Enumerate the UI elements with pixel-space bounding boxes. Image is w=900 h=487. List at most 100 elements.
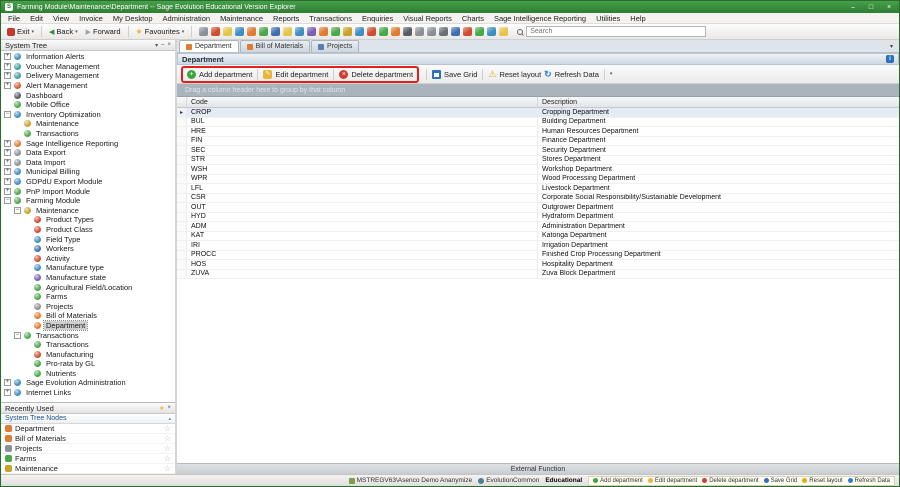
menu-charts[interactable]: Charts [457, 14, 489, 23]
expand-icon[interactable]: + [4, 168, 11, 176]
menu-visual-reports[interactable]: Visual Reports [398, 14, 457, 23]
menu-sage-intelligence-reporting[interactable]: Sage Intelligence Reporting [489, 14, 591, 23]
tree-item-product-types[interactable]: Product Types [1, 215, 175, 225]
menu-help[interactable]: Help [625, 14, 650, 23]
grid-row-wsh[interactable]: WSH Workshop Department [177, 165, 899, 175]
recently-used-subheader[interactable]: System Tree Nodes ▴ [1, 414, 175, 424]
menu-enquiries[interactable]: Enquiries [357, 14, 398, 23]
tree-item-gdpdu-export-module[interactable]: + GDPdU Export Module [1, 177, 175, 187]
recent-item-department[interactable]: Department ☆ [1, 424, 175, 434]
bank-icon[interactable] [295, 27, 305, 36]
back-button[interactable]: ◀ Back ▾ [46, 26, 81, 37]
info-icon[interactable] [499, 27, 509, 36]
recent-item-maintenance[interactable]: Maintenance ☆ [1, 464, 175, 474]
backup-icon[interactable] [475, 27, 485, 36]
expand-icon[interactable]: + [4, 187, 11, 195]
tree-item-internet-links[interactable]: + Internet Links [1, 388, 175, 398]
save-grid-button[interactable]: Save Grid [432, 69, 477, 79]
grid-row-procc[interactable]: PROCC Finished Crop Processing Department [177, 250, 899, 260]
tree-item-field-type[interactable]: Field Type [1, 234, 175, 244]
panel-star-icon[interactable]: ★ [159, 405, 164, 412]
tree-item-municipal-billing[interactable]: + Municipal Billing [1, 167, 175, 177]
tree-item-maintenance[interactable]: − Maintenance [1, 206, 175, 216]
tree-item-bill-of-materials[interactable]: Bill of Materials [1, 311, 175, 321]
reports-icon[interactable] [259, 27, 269, 36]
tab-list-chevron-icon[interactable]: ▾ [890, 43, 897, 52]
tree-item-activity[interactable]: Activity [1, 253, 175, 263]
calendar-icon[interactable] [211, 27, 221, 36]
menu-my-desktop[interactable]: My Desktop [108, 14, 158, 23]
grid-row-out[interactable]: OUT Outgrower Department [177, 203, 899, 213]
favourite-star-icon[interactable]: ☆ [164, 464, 171, 473]
expand-icon[interactable]: + [4, 379, 11, 387]
tab-bill-of-materials[interactable]: Bill of Materials [239, 40, 311, 52]
recent-item-projects[interactable]: Projects ☆ [1, 444, 175, 454]
tree-item-agricultural-field-location[interactable]: Agricultural Field/Location [1, 282, 175, 292]
alerts-icon[interactable] [391, 27, 401, 36]
add-department-button[interactable]: + Add department [187, 69, 252, 79]
import-icon[interactable] [415, 27, 425, 36]
collapse-icon[interactable]: − [4, 197, 11, 205]
grid-row-adm[interactable]: ADM Administration Department [177, 222, 899, 232]
tree-item-maintenance[interactable]: Maintenance [1, 119, 175, 129]
expand-icon[interactable]: + [4, 389, 11, 397]
collapse-icon[interactable]: − [14, 206, 21, 214]
tree-item-workers[interactable]: Workers [1, 244, 175, 254]
users-icon[interactable] [451, 27, 461, 36]
tree-item-farms[interactable]: Farms [1, 292, 175, 302]
expand-icon[interactable]: + [4, 158, 11, 166]
recent-item-farms[interactable]: Farms ☆ [1, 454, 175, 464]
collapse-icon[interactable]: − [14, 331, 21, 339]
favourite-star-icon[interactable]: ☆ [164, 454, 171, 463]
tree-item-product-class[interactable]: Product Class [1, 225, 175, 235]
suppliers-icon[interactable] [331, 27, 341, 36]
status-save-grid-button[interactable]: Save Grid [762, 478, 800, 484]
tree-item-inventory-optimization[interactable]: − Inventory Optimization [1, 110, 175, 120]
tree-item-manufacture-state[interactable]: Manufacture state [1, 273, 175, 283]
grid-row-crop[interactable]: ▸ CROP Cropping Department [177, 108, 899, 118]
favourite-star-icon[interactable]: ☆ [164, 434, 171, 443]
tree-item-projects[interactable]: Projects [1, 301, 175, 311]
tree-item-manufacture-type[interactable]: Manufacture type [1, 263, 175, 273]
notes-icon[interactable] [223, 27, 233, 36]
menu-edit[interactable]: Edit [25, 14, 48, 23]
delete-department-button[interactable]: × Delete department [339, 69, 413, 79]
collapse-icon[interactable]: − [4, 110, 11, 118]
reset-layout-button[interactable]: ⚠ Reset layout [488, 69, 541, 79]
grid-row-hos[interactable]: HOS Hospitality Department [177, 260, 899, 270]
tree-item-transactions[interactable]: Transactions [1, 129, 175, 139]
expand-icon[interactable]: + [4, 82, 11, 90]
forward-button[interactable]: ▶ Forward [83, 26, 124, 37]
menu-utilities[interactable]: Utilities [591, 14, 625, 23]
tree-item-transactions[interactable]: Transactions [1, 340, 175, 350]
grid-row-str[interactable]: STR Stores Department [177, 155, 899, 165]
tree-item-pnp-import-module[interactable]: + PnP Import Module [1, 186, 175, 196]
grid-row-csr[interactable]: CSR Corporate Social Responsibility/Susta… [177, 193, 899, 203]
grid-row-bul[interactable]: BUL Building Department [177, 117, 899, 127]
favourites-button[interactable]: ★ Favourites ▾ [133, 26, 188, 37]
grid-row-kat[interactable]: KAT Katonga Department [177, 231, 899, 241]
ledger-icon[interactable] [307, 27, 317, 36]
security-icon[interactable] [463, 27, 473, 36]
grid-row-zuva[interactable]: ZUVA Zuva Block Department [177, 269, 899, 279]
toolbar-options-chevron-icon[interactable]: ▾ [610, 71, 613, 77]
favourite-star-icon[interactable]: ☆ [164, 424, 171, 433]
menu-maintenance[interactable]: Maintenance [215, 14, 268, 23]
grid-row-hyd[interactable]: HYD Hydraform Department [177, 212, 899, 222]
tree-item-pro-rata-by-gl[interactable]: Pro-rata by GL [1, 359, 175, 369]
grid-row-fin[interactable]: FIN Finance Department [177, 136, 899, 146]
menu-view[interactable]: View [48, 14, 74, 23]
menu-transactions[interactable]: Transactions [304, 14, 357, 23]
expand-icon[interactable]: + [4, 178, 11, 186]
panel-close-icon[interactable]: × [167, 405, 171, 411]
expand-icon[interactable]: + [4, 139, 11, 147]
maximize-button[interactable]: □ [865, 4, 877, 11]
grid-row-hre[interactable]: HRE Human Resources Department [177, 127, 899, 137]
currency-icon[interactable] [283, 27, 293, 36]
customers-icon[interactable] [319, 27, 329, 36]
mail-icon[interactable] [247, 27, 257, 36]
panel-help-icon[interactable]: i [886, 55, 894, 63]
status-add-department-button[interactable]: Add department [591, 478, 645, 484]
contacts-icon[interactable] [235, 27, 245, 36]
tree-item-manufacturing[interactable]: Manufacturing [1, 349, 175, 359]
